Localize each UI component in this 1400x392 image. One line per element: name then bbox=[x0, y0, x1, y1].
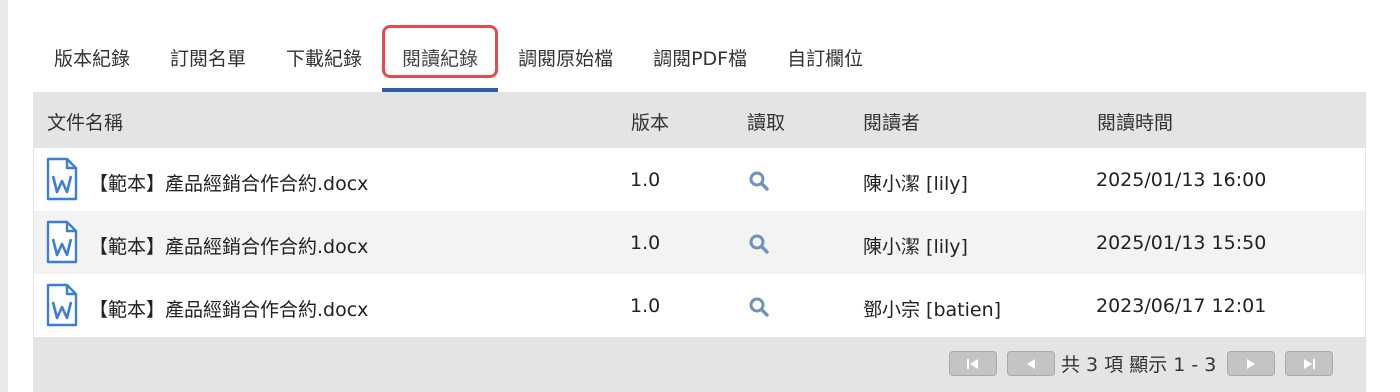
read-log-panel: 文件名稱 版本 讀取 閱讀者 閱讀時間 【範本】產品經銷合作合約.docx 1.… bbox=[33, 92, 1366, 392]
version-cell: 1.0 bbox=[630, 232, 661, 254]
tab-label: 訂閱名單 bbox=[170, 47, 247, 70]
last-page-button[interactable] bbox=[1285, 351, 1333, 376]
highlight-box bbox=[382, 25, 499, 78]
column-header-read-time: 閱讀時間 bbox=[1097, 112, 1174, 134]
search-icon[interactable] bbox=[748, 233, 770, 255]
first-page-button[interactable] bbox=[949, 351, 997, 376]
tab-subscribers[interactable]: 訂閱名單 bbox=[150, 22, 266, 92]
version-cell: 1.0 bbox=[630, 169, 661, 191]
tab-label: 版本紀錄 bbox=[54, 47, 131, 70]
tab-download-log[interactable]: 下載紀錄 bbox=[266, 22, 382, 92]
tab-label: 自訂欄位 bbox=[787, 47, 864, 70]
last-page-icon bbox=[1304, 358, 1315, 369]
word-doc-icon[interactable] bbox=[45, 157, 79, 201]
tab-view-original[interactable]: 調閱原始檔 bbox=[498, 22, 633, 92]
tab-label: 下載紀錄 bbox=[286, 47, 363, 70]
column-header-read: 讀取 bbox=[747, 112, 786, 134]
file-name-link[interactable]: 【範本】產品經銷合作合約.docx bbox=[89, 295, 368, 322]
tab-bar: 版本紀錄 訂閱名單 下載紀錄 閱讀紀錄 調閱原始檔 調閱PDF檔 自訂欄位 bbox=[34, 22, 883, 92]
column-header-file-name: 文件名稱 bbox=[47, 112, 124, 134]
next-page-icon bbox=[1247, 358, 1255, 369]
table-body: 【範本】產品經銷合作合約.docx 1.0 陳小潔 [lily] 2025/01… bbox=[34, 148, 1365, 337]
read-time-cell: 2025/01/13 15:50 bbox=[1096, 232, 1267, 254]
tab-custom-fields[interactable]: 自訂欄位 bbox=[767, 22, 883, 92]
read-time-cell: 2025/01/13 16:00 bbox=[1096, 169, 1267, 191]
prev-page-icon bbox=[1027, 358, 1035, 369]
table-row: 【範本】產品經銷合作合約.docx 1.0 陳小潔 [lily] 2025/01… bbox=[34, 211, 1365, 274]
column-header-version: 版本 bbox=[631, 112, 670, 134]
file-name-link[interactable]: 【範本】產品經銷合作合約.docx bbox=[89, 169, 368, 196]
read-time-cell: 2023/06/17 12:01 bbox=[1096, 295, 1267, 317]
tab-read-log[interactable]: 閱讀紀錄 bbox=[382, 22, 499, 92]
reader-cell: 陳小潔 [lily] bbox=[863, 173, 968, 195]
column-header-reader: 閱讀者 bbox=[863, 112, 921, 134]
word-doc-icon[interactable] bbox=[45, 283, 79, 327]
search-icon[interactable] bbox=[748, 170, 770, 192]
reader-cell: 陳小潔 [lily] bbox=[863, 236, 968, 258]
tab-label: 調閱PDF檔 bbox=[653, 47, 748, 70]
table-row: 【範本】產品經銷合作合約.docx 1.0 陳小潔 [lily] 2025/01… bbox=[34, 148, 1365, 211]
prev-page-button[interactable] bbox=[1007, 351, 1055, 376]
tab-label: 調閱原始檔 bbox=[518, 47, 614, 70]
first-page-icon bbox=[967, 358, 978, 369]
left-border bbox=[0, 0, 8, 392]
table-header: 文件名稱 版本 讀取 閱讀者 閱讀時間 bbox=[33, 92, 1366, 148]
table-row: 【範本】產品經銷合作合約.docx 1.0 鄧小宗 [batien] 2023/… bbox=[34, 274, 1365, 337]
version-cell: 1.0 bbox=[630, 295, 661, 317]
file-name-link[interactable]: 【範本】產品經銷合作合約.docx bbox=[89, 232, 368, 259]
next-page-button[interactable] bbox=[1227, 351, 1275, 376]
pagination-summary: 共 3 項 顯示 1 - 3 bbox=[1061, 354, 1217, 376]
word-doc-icon[interactable] bbox=[45, 220, 79, 264]
tab-version-history[interactable]: 版本紀錄 bbox=[34, 22, 150, 92]
reader-cell: 鄧小宗 [batien] bbox=[863, 299, 1002, 321]
pagination-bar: 共 3 項 顯示 1 - 3 bbox=[33, 337, 1366, 392]
tab-view-pdf[interactable]: 調閱PDF檔 bbox=[633, 22, 767, 92]
search-icon[interactable] bbox=[748, 296, 770, 318]
